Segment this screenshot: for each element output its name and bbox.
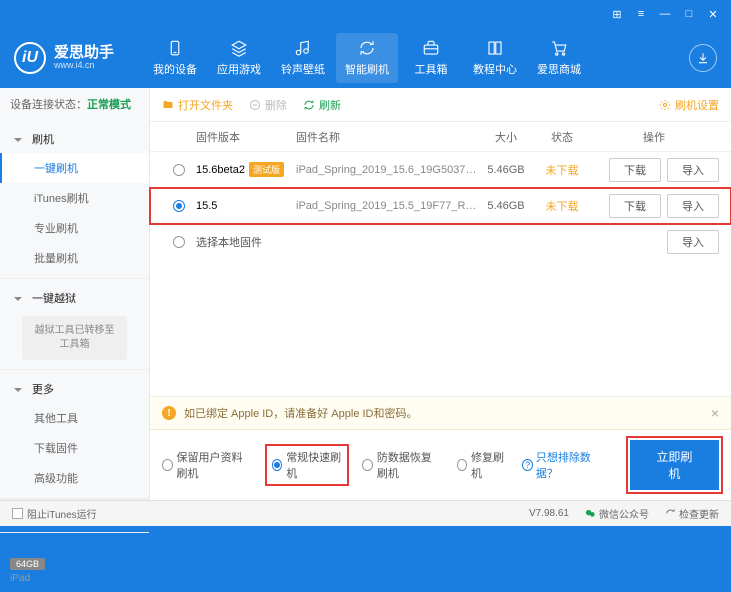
import-local-button[interactable]: 导入 xyxy=(667,230,719,254)
mode-anti-recovery[interactable]: 防数据恢复刷机 xyxy=(362,449,442,481)
check-update-link[interactable]: 检查更新 xyxy=(665,506,719,521)
import-button[interactable]: 导入 xyxy=(667,158,719,182)
firmware-state: 未下载 xyxy=(535,198,589,214)
sidebar-item[interactable]: 一键刷机 xyxy=(0,153,149,183)
jailbreak-moved-notice: 越狱工具已转移至 工具箱 xyxy=(22,316,127,360)
flash-mode-row: 保留用户资料刷机 常规快速刷机 防数据恢复刷机 修复刷机 ?只想排除数据？ 立即… xyxy=(150,430,731,500)
delete-button[interactable]: 删除 xyxy=(249,97,287,113)
nav-toolbox[interactable]: 工具箱 xyxy=(400,33,462,83)
col-name: 固件名称 xyxy=(296,129,477,145)
download-button[interactable]: 下载 xyxy=(609,194,661,218)
block-itunes-checkbox[interactable]: 阻止iTunes运行 xyxy=(12,506,97,521)
close-button[interactable]: ✕ xyxy=(705,8,721,21)
firmware-size: 5.46GB xyxy=(477,164,535,176)
sidebar: 设备连接状态：正常模式 刷机一键刷机iTunes刷机专业刷机批量刷机一键越狱越狱… xyxy=(0,88,150,500)
app-icon xyxy=(230,39,248,57)
col-ops: 操作 xyxy=(589,129,719,145)
note-icon xyxy=(294,39,312,57)
nav-cart[interactable]: 爱思商城 xyxy=(528,33,590,83)
wechat-link[interactable]: 微信公众号 xyxy=(585,506,649,521)
device-info[interactable]: iPad Air 3 64GB iPad xyxy=(0,532,149,592)
side-group-phone[interactable]: 刷机 xyxy=(0,125,149,153)
download-button[interactable]: 下载 xyxy=(609,158,661,182)
firmware-state: 未下载 xyxy=(535,162,589,178)
warning-close-icon[interactable]: × xyxy=(711,405,719,421)
book-icon xyxy=(486,39,504,57)
version-label: V7.98.61 xyxy=(529,508,569,519)
titlebar-menu-icon[interactable]: ≡ xyxy=(633,8,649,20)
maximize-button[interactable]: □ xyxy=(681,8,697,20)
cart-icon xyxy=(550,39,568,57)
titlebar: ⊞ ≡ — □ ✕ xyxy=(0,0,731,28)
refresh-icon xyxy=(358,39,376,57)
import-button[interactable]: 导入 xyxy=(667,194,719,218)
minimize-button[interactable]: — xyxy=(657,8,673,20)
device-capacity: 64GB xyxy=(10,558,45,570)
phone-icon xyxy=(166,39,184,57)
warning-banner: ! 如已绑定 Apple ID，请准备好 Apple ID和密码。 × xyxy=(150,397,731,430)
table-header: 固件版本 固件名称 大小 状态 操作 xyxy=(150,122,731,152)
sidebar-item[interactable]: 高级功能 xyxy=(0,463,149,493)
firmware-row[interactable]: 15.6beta2测试版iPad_Spring_2019_15.6_19G503… xyxy=(150,152,731,188)
mode-repair[interactable]: 修复刷机 xyxy=(457,449,509,481)
firmware-row[interactable]: 15.5iPad_Spring_2019_15.5_19F77_Restore.… xyxy=(150,188,731,224)
open-folder-button[interactable]: 打开文件夹 xyxy=(162,97,233,113)
sidebar-item[interactable]: 专业刷机 xyxy=(0,213,149,243)
refresh-button[interactable]: 刷新 xyxy=(303,97,341,113)
main-nav: 我的设备应用游戏铃声壁纸智能刷机工具箱教程中心爱思商城 xyxy=(144,33,689,83)
toolbar: 打开文件夹 删除 刷新 刷机设置 xyxy=(150,88,731,122)
col-version: 固件版本 xyxy=(196,129,296,145)
side-group-more[interactable]: 更多 xyxy=(0,375,149,403)
mode-keep-data[interactable]: 保留用户资料刷机 xyxy=(162,449,252,481)
sidebar-item[interactable]: 下载固件 xyxy=(0,433,149,463)
flash-now-button[interactable]: 立即刷机 xyxy=(630,440,719,490)
local-firmware-row[interactable]: 选择本地固件 导入 xyxy=(150,224,731,260)
firmware-list: 15.6beta2测试版iPad_Spring_2019_15.6_19G503… xyxy=(150,152,731,224)
nav-note[interactable]: 铃声壁纸 xyxy=(272,33,334,83)
footer: 阻止iTunes运行 V7.98.61 微信公众号 检查更新 xyxy=(0,500,731,526)
col-size: 大小 xyxy=(477,129,535,145)
warning-icon: ! xyxy=(162,406,176,420)
nav-phone[interactable]: 我的设备 xyxy=(144,33,206,83)
beta-badge: 测试版 xyxy=(249,162,284,177)
toolbox-icon xyxy=(422,39,440,57)
device-type: iPad xyxy=(10,573,139,584)
nav-refresh[interactable]: 智能刷机 xyxy=(336,33,398,83)
col-state: 状态 xyxy=(535,129,589,145)
sidebar-item[interactable]: 批量刷机 xyxy=(0,243,149,273)
nav-book[interactable]: 教程中心 xyxy=(464,33,526,83)
titlebar-grid-icon[interactable]: ⊞ xyxy=(609,8,625,21)
flash-settings-button[interactable]: 刷机设置 xyxy=(659,97,719,113)
connection-status: 设备连接状态：正常模式 xyxy=(0,88,149,120)
row-radio[interactable] xyxy=(173,200,185,212)
sidebar-item[interactable]: 其他工具 xyxy=(0,403,149,433)
logo-icon: iU xyxy=(14,42,46,74)
side-group-lock[interactable]: 一键越狱 xyxy=(0,284,149,312)
row-radio[interactable] xyxy=(173,164,185,176)
nav-app[interactable]: 应用游戏 xyxy=(208,33,270,83)
brand-url: www.i4.cn xyxy=(54,61,114,71)
header: iU 爱思助手 www.i4.cn 我的设备应用游戏铃声壁纸智能刷机工具箱教程中… xyxy=(0,28,731,88)
main-content: 打开文件夹 删除 刷新 刷机设置 固件版本 固件名称 大小 状态 操作 15.6… xyxy=(150,88,731,500)
exclude-data-link[interactable]: ?只想排除数据？ xyxy=(522,449,601,481)
brand-logo: iU 爱思助手 www.i4.cn xyxy=(14,42,144,74)
brand-name: 爱思助手 xyxy=(54,45,114,62)
firmware-name: iPad_Spring_2019_15.6_19G5037d_Restore.i… xyxy=(296,164,477,176)
firmware-size: 5.46GB xyxy=(477,200,535,212)
firmware-name: iPad_Spring_2019_15.5_19F77_Restore.ipsw xyxy=(296,200,477,212)
download-button[interactable] xyxy=(689,44,717,72)
mode-normal[interactable]: 常规快速刷机 xyxy=(266,445,349,485)
sidebar-item[interactable]: iTunes刷机 xyxy=(0,183,149,213)
